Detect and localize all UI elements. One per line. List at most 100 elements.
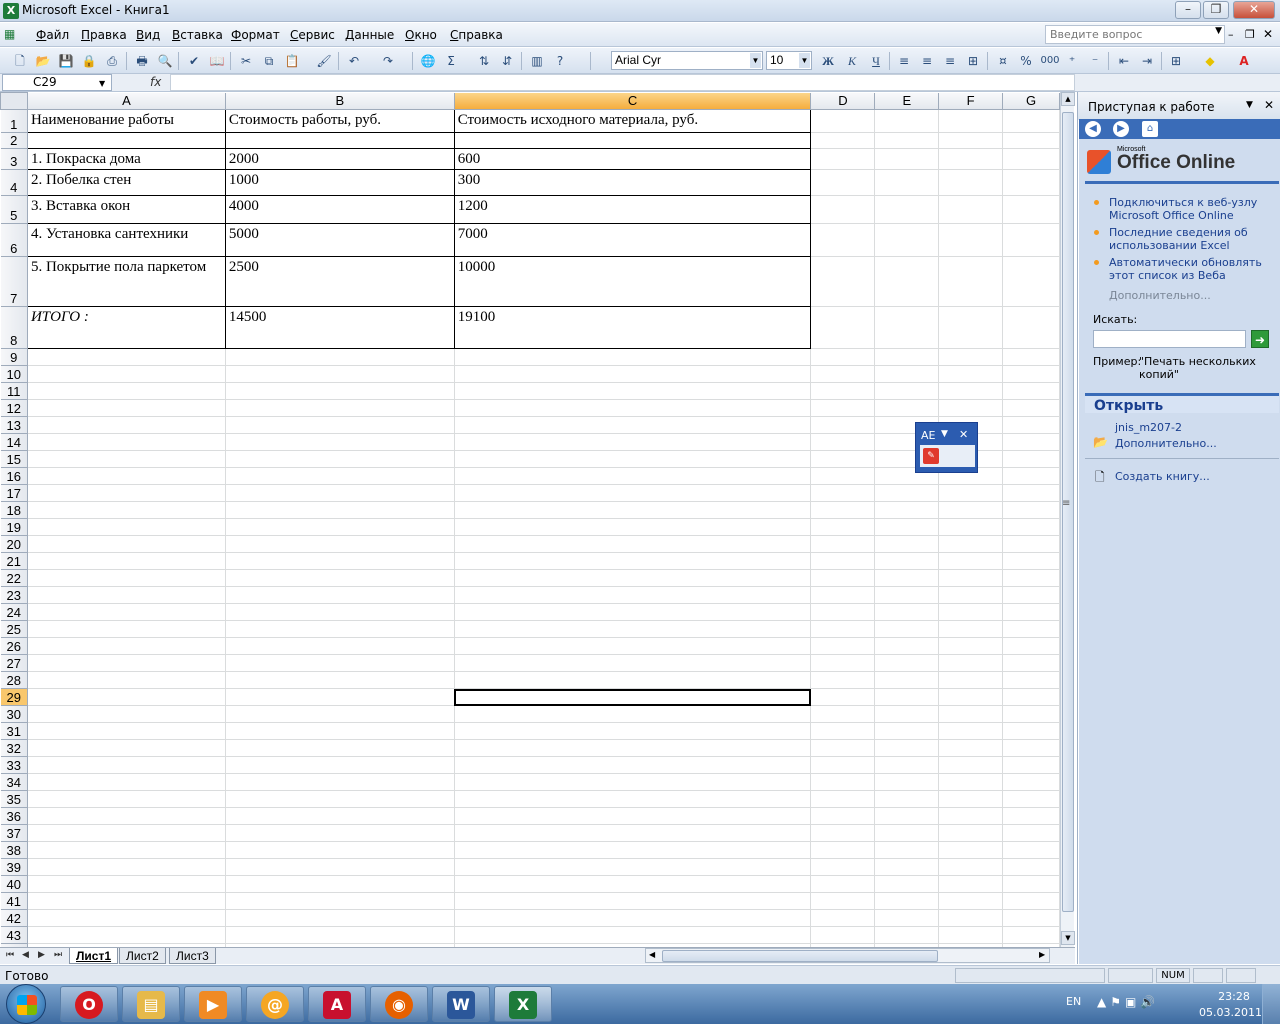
cell[interactable] <box>810 484 876 502</box>
cell[interactable] <box>454 382 812 400</box>
cell[interactable] <box>938 223 1004 257</box>
format-painter-icon[interactable]: 🖌 <box>316 53 332 69</box>
permission-icon[interactable]: 🔒 <box>81 53 97 69</box>
cell[interactable] <box>225 790 455 808</box>
copy-icon[interactable]: ⧉ <box>261 53 277 69</box>
cell[interactable] <box>225 382 455 400</box>
cell[interactable] <box>810 739 876 757</box>
cell[interactable] <box>1002 790 1060 808</box>
hscroll-thumb[interactable] <box>662 950 938 962</box>
cell[interactable]: 10000 <box>453 256 812 307</box>
cell[interactable] <box>454 739 812 757</box>
cell[interactable]: 2500 <box>224 256 455 307</box>
cell[interactable]: 5000 <box>224 223 455 257</box>
cell[interactable] <box>810 892 876 910</box>
taskbar-explorer[interactable]: ▤ <box>122 986 180 1022</box>
formula-input[interactable] <box>170 74 1075 91</box>
cell[interactable] <box>454 450 812 468</box>
cell[interactable] <box>810 756 876 774</box>
cell[interactable] <box>938 365 1004 383</box>
row-header[interactable]: 34 <box>0 773 28 791</box>
cell[interactable] <box>225 416 455 434</box>
cell[interactable] <box>225 875 455 893</box>
scroll-down-icon[interactable]: ▼ <box>1061 931 1075 945</box>
cell[interactable] <box>454 637 812 655</box>
cell[interactable] <box>224 132 455 149</box>
cell[interactable]: 1200 <box>453 195 812 224</box>
last-sheet-icon[interactable]: ⏭ <box>54 950 62 960</box>
cell[interactable] <box>874 807 940 825</box>
recent-file-link[interactable]: jnis_m207-2 <box>1115 421 1280 434</box>
preview-icon[interactable]: 🔍 <box>157 53 173 69</box>
row-header[interactable]: 32 <box>0 739 28 757</box>
cell[interactable] <box>810 586 876 604</box>
print-preview-icon[interactable]: ⎙ <box>104 53 120 69</box>
tray-icons[interactable]: ▲⚑▣🔊 <box>1097 995 1159 1009</box>
cell[interactable] <box>810 926 876 944</box>
cell[interactable]: 2. Побелка стен <box>26 169 226 196</box>
cell[interactable] <box>225 484 455 502</box>
scroll-up-icon[interactable]: ▲ <box>1061 92 1075 106</box>
cell[interactable] <box>1002 671 1060 689</box>
align-right-icon[interactable]: ≡ <box>942 53 958 69</box>
cell[interactable] <box>27 433 226 451</box>
cell[interactable] <box>1002 637 1060 655</box>
cell[interactable] <box>874 756 940 774</box>
cell[interactable] <box>225 807 455 825</box>
cell[interactable] <box>225 705 455 723</box>
column-header[interactable]: D <box>810 92 876 110</box>
cell[interactable] <box>1002 858 1060 876</box>
cell[interactable] <box>1002 306 1060 349</box>
cell[interactable] <box>810 382 876 400</box>
cell[interactable] <box>810 858 876 876</box>
cell[interactable] <box>1002 603 1060 621</box>
row-header[interactable]: 23 <box>0 586 28 604</box>
cell[interactable] <box>810 365 876 383</box>
row-header[interactable]: 22 <box>0 569 28 587</box>
tray-language[interactable]: EN <box>1066 995 1081 1008</box>
cell[interactable] <box>810 909 876 927</box>
cell[interactable] <box>1002 467 1060 485</box>
cell[interactable] <box>938 756 1004 774</box>
cell[interactable] <box>938 637 1004 655</box>
cell[interactable] <box>27 450 226 468</box>
chevron-down-icon[interactable]: ▼ <box>750 53 761 68</box>
cell[interactable] <box>454 535 812 553</box>
cell[interactable] <box>27 705 226 723</box>
cell[interactable] <box>1002 841 1060 859</box>
doc-close-icon[interactable]: ✕ <box>1263 27 1273 41</box>
cell[interactable] <box>874 637 940 655</box>
cell[interactable] <box>27 841 226 859</box>
row-header[interactable]: 28 <box>0 671 28 689</box>
taskbar-acrobat[interactable]: A <box>308 986 366 1022</box>
cell[interactable] <box>810 195 876 224</box>
excel-app-icon[interactable]: X <box>3 3 19 19</box>
cell[interactable] <box>1002 807 1060 825</box>
cell[interactable] <box>874 484 940 502</box>
cell[interactable] <box>27 620 226 638</box>
cell[interactable] <box>938 705 1004 723</box>
cell[interactable] <box>26 132 226 149</box>
cell[interactable] <box>27 756 226 774</box>
cell[interactable] <box>810 841 876 859</box>
bold-button[interactable]: Ж <box>820 53 836 69</box>
cell[interactable] <box>938 348 1004 366</box>
cell[interactable] <box>1002 365 1060 383</box>
tab-sheet2[interactable]: Лист2 <box>119 948 166 964</box>
cell[interactable] <box>225 671 455 689</box>
cell[interactable] <box>810 688 876 706</box>
cell[interactable]: ИТОГО : <box>26 306 226 349</box>
currency-icon[interactable]: ¤ <box>995 53 1011 69</box>
cell[interactable] <box>27 603 226 621</box>
cell[interactable] <box>938 892 1004 910</box>
cell[interactable] <box>1002 892 1060 910</box>
cell[interactable] <box>454 620 812 638</box>
row-header[interactable]: 15 <box>0 450 28 468</box>
cell[interactable] <box>1002 450 1060 468</box>
create-book-link[interactable]: Создать книгу... <box>1115 470 1280 483</box>
row-header[interactable]: 37 <box>0 824 28 842</box>
maximize-button[interactable]: ❐ <box>1203 1 1229 19</box>
cell[interactable] <box>938 586 1004 604</box>
cell[interactable] <box>454 926 812 944</box>
cell[interactable] <box>874 501 940 519</box>
